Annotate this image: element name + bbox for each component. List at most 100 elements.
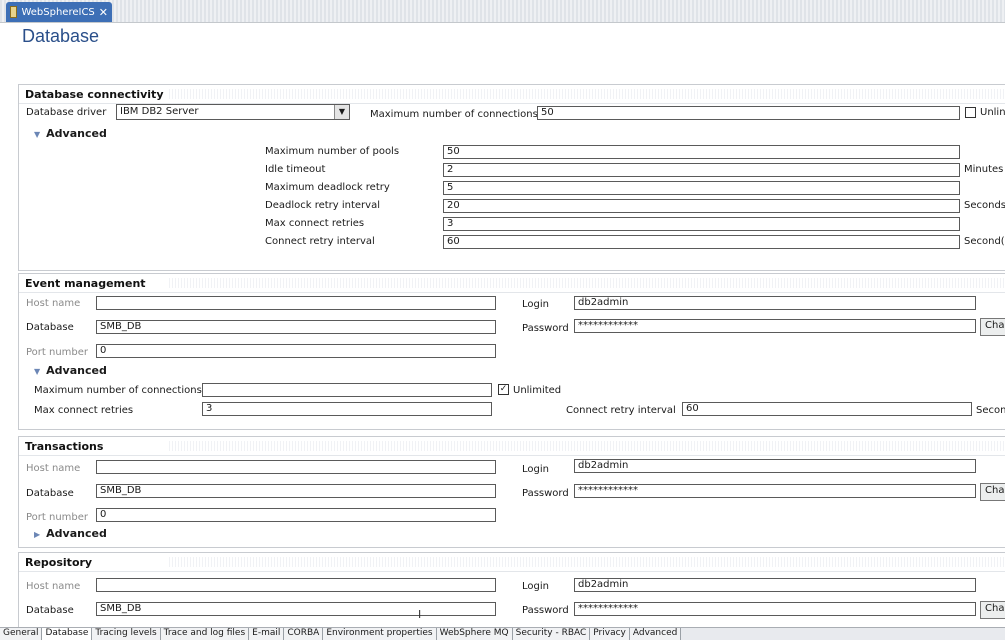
max-connections-input[interactable] [202, 383, 492, 397]
chevron-down-icon: ▼ [34, 367, 41, 376]
host-name-input[interactable] [96, 578, 496, 592]
advanced-setting-label: Idle timeout [265, 164, 326, 175]
advanced-setting-label: Max connect retries [265, 218, 365, 229]
page-tab[interactable]: Database [42, 628, 93, 640]
section-header: Transactions [19, 437, 1005, 456]
editor-tab-websphereics[interactable]: WebSphereICS ✕ [6, 2, 112, 22]
change-password-button[interactable]: Cha [980, 483, 1005, 501]
page-tab[interactable]: E-mail [249, 628, 285, 640]
advanced-setting-input[interactable]: 20 [443, 199, 960, 213]
advanced-label: Advanced [46, 127, 107, 140]
page-tab[interactable]: Security - RBAC [512, 628, 591, 640]
unlimited-checkbox[interactable]: ✓ [498, 384, 509, 395]
host-name-label: Host name [26, 298, 81, 309]
login-input[interactable]: db2admin [574, 578, 976, 592]
login-label: Login [522, 464, 549, 475]
host-name-input[interactable] [96, 296, 496, 310]
section-header: Database connectivity [19, 85, 1005, 104]
password-label: Password [522, 323, 569, 334]
database-input[interactable]: SMB_DB [96, 484, 496, 498]
page-tab[interactable]: Tracing levels [92, 628, 161, 640]
login-label: Login [522, 299, 549, 310]
page-tab[interactable]: Advanced [629, 628, 682, 640]
page-tab[interactable]: CORBA [284, 628, 324, 640]
unlimited-label: Unlimited [513, 385, 562, 396]
advanced-setting-unit: Seconds [964, 200, 1005, 211]
retry-unit-label: Secon [976, 405, 1005, 416]
port-number-label: Port number [26, 347, 89, 358]
page-tab[interactable]: Trace and log files [160, 628, 250, 640]
repository-section: Repository [18, 552, 1005, 634]
advanced-setting-input[interactable]: 5 [443, 181, 960, 195]
database-driver-select[interactable]: IBM DB2 Server ▼ [116, 104, 350, 120]
section-header: Event management [19, 274, 1005, 293]
advanced-setting-label: Maximum deadlock retry [265, 182, 390, 193]
advanced-setting-unit: Minutes [964, 164, 1004, 175]
max-connect-retries-label: Max connect retries [34, 405, 134, 416]
advanced-setting-input[interactable]: 3 [443, 217, 960, 231]
advanced-toggle[interactable]: ▼ Advanced [34, 127, 107, 140]
port-number-input[interactable]: 0 [96, 508, 496, 522]
section-title: Repository [25, 556, 93, 569]
database-label: Database [26, 322, 74, 333]
database-label: Database [26, 488, 74, 499]
page-tab-bar: General Database Tracing levels Trace and l… [0, 627, 1005, 640]
database-input[interactable]: SMB_DB [96, 320, 496, 334]
change-password-button[interactable]: Cha [980, 601, 1005, 619]
max-connect-retries-input[interactable]: 3 [202, 402, 492, 416]
section-title: Transactions [25, 440, 104, 453]
password-input[interactable]: ************ [574, 602, 976, 616]
max-connections-label: Maximum number of connections [34, 385, 202, 396]
password-input[interactable]: ************ [574, 319, 976, 333]
page-tab[interactable]: WebSphere MQ [436, 628, 513, 640]
advanced-setting-label: Deadlock retry interval [265, 200, 380, 211]
host-name-input[interactable] [96, 460, 496, 474]
page-title: Database [22, 26, 100, 46]
advanced-label: Advanced [46, 364, 107, 377]
page-tab[interactable]: General [0, 628, 43, 640]
text-cursor-icon: I [418, 608, 422, 621]
advanced-setting-input[interactable]: 60 [443, 235, 960, 249]
advanced-setting-input[interactable]: 2 [443, 163, 960, 177]
connect-retry-interval-label: Connect retry interval [566, 405, 676, 416]
max-connections-input[interactable]: 50 [537, 106, 960, 120]
editor-tab-bar: WebSphereICS ✕ [0, 0, 1005, 23]
login-label: Login [522, 581, 549, 592]
advanced-setting-input[interactable]: 50 [443, 145, 960, 159]
login-input[interactable]: db2admin [574, 459, 976, 473]
change-password-button[interactable]: Cha [980, 318, 1005, 336]
chevron-down-icon[interactable]: ▼ [334, 105, 349, 119]
database-label: Database [26, 605, 74, 616]
advanced-label: Advanced [46, 527, 107, 540]
section-title: Database connectivity [25, 88, 164, 101]
unlimited-checkbox[interactable] [965, 107, 976, 118]
port-number-input[interactable]: 0 [96, 344, 496, 358]
advanced-setting-label: Maximum number of pools [265, 146, 400, 157]
max-connections-label: Maximum number of connections [370, 109, 538, 120]
database-driver-label: Database driver [26, 107, 107, 118]
host-name-label: Host name [26, 463, 81, 474]
config-file-icon [10, 6, 18, 18]
section-title: Event management [25, 277, 146, 290]
password-input[interactable]: ************ [574, 484, 976, 498]
advanced-setting-label: Connect retry interval [265, 236, 375, 247]
section-header: Repository [19, 553, 1005, 572]
page-tab[interactable]: Privacy [590, 628, 630, 640]
advanced-toggle[interactable]: ▼ Advanced [34, 364, 107, 377]
page-tab[interactable]: Environment properties [323, 628, 437, 640]
advanced-setting-unit: Second( [964, 236, 1005, 247]
unlimited-label: Unlin [980, 107, 1005, 118]
login-input[interactable]: db2admin [574, 296, 976, 310]
port-number-label: Port number [26, 512, 89, 523]
editor-tab-label: WebSphereICS [21, 6, 95, 18]
database-driver-value: IBM DB2 Server [120, 106, 199, 117]
chevron-down-icon: ▼ [34, 130, 41, 139]
database-input[interactable]: SMB_DB [96, 602, 496, 616]
host-name-label: Host name [26, 581, 81, 592]
chevron-right-icon: ▶ [34, 530, 41, 539]
password-label: Password [522, 488, 569, 499]
advanced-toggle[interactable]: ▶ Advanced [34, 527, 107, 540]
password-label: Password [522, 605, 569, 616]
close-icon[interactable]: ✕ [99, 6, 108, 19]
connect-retry-interval-input[interactable]: 60 [682, 402, 972, 416]
